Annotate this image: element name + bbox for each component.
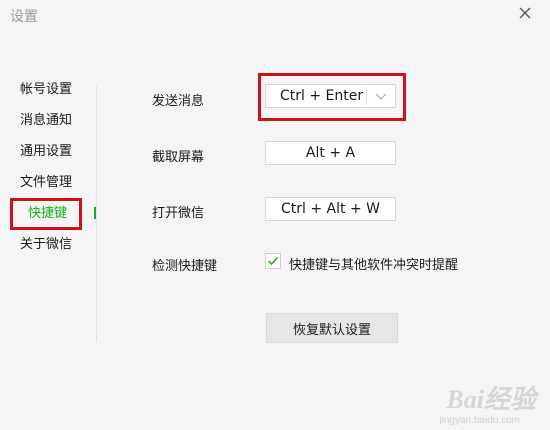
conflict-alert-checkbox[interactable]	[265, 253, 281, 269]
checkmark-icon	[267, 256, 279, 266]
sidebar-item-files[interactable]: 文件管理	[20, 171, 72, 195]
open-wechat-hotkey-field[interactable]: Ctrl + Alt + W	[265, 197, 396, 221]
watermark-logo-text: Bai经验	[446, 385, 536, 414]
sidebar-item-account[interactable]: 帐号设置	[20, 78, 72, 102]
close-button[interactable]	[514, 2, 536, 24]
send-message-highlight-box	[258, 73, 406, 121]
screenshot-hotkey-value: Alt + A	[305, 145, 356, 161]
open-wechat-label: 打开微信	[152, 206, 205, 221]
reset-defaults-button[interactable]: 恢复默认设置	[266, 313, 398, 343]
screenshot-label: 截取屏幕	[152, 150, 205, 165]
close-icon	[519, 7, 531, 19]
conflict-alert-label[interactable]: 快捷键与其他软件冲突时提醒	[289, 254, 458, 273]
settings-window: 设置 帐号设置 消息通知 通用设置 文件管理 快捷键 关于微信 发送消息 Ctr…	[0, 0, 550, 430]
sidebar-divider	[96, 86, 97, 342]
send-message-label: 发送消息	[152, 94, 205, 109]
detect-hotkey-label: 检测快捷键	[152, 259, 218, 274]
screenshot-hotkey-field[interactable]: Alt + A	[265, 141, 396, 165]
sidebar-item-notifications[interactable]: 消息通知	[20, 109, 72, 133]
baidu-jingyan-watermark: Bai经验	[446, 379, 536, 416]
sidebar-item-about[interactable]: 关于微信	[20, 233, 72, 257]
window-title: 设置	[10, 9, 38, 25]
sidebar-item-general[interactable]: 通用设置	[20, 140, 72, 164]
sidebar-highlight-box	[10, 198, 82, 230]
watermark-url: jingyan.baidu.com	[439, 415, 520, 426]
open-wechat-hotkey-value: Ctrl + Alt + W	[281, 201, 380, 217]
